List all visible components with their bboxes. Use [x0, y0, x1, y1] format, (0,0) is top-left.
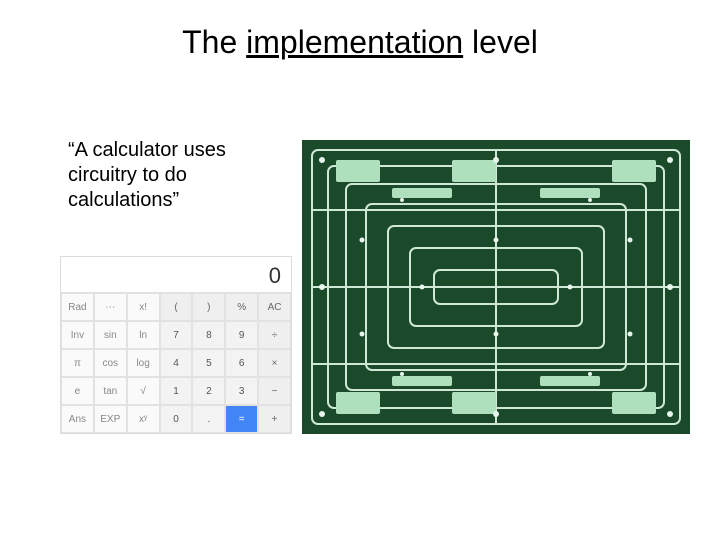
calc-key-log: log — [127, 349, 160, 377]
title-pre: The — [182, 24, 246, 60]
quote-text: “A calculator uses circuitry to do calcu… — [68, 138, 288, 213]
calc-key-EXP: EXP — [94, 405, 127, 433]
calc-key-3: 3 — [225, 377, 258, 405]
calc-key-+: + — [258, 405, 291, 433]
title-underlined: implementation — [246, 24, 463, 60]
calculator-keypad: Rad⋯x!()%AC Invsinln789÷ πcoslog456× etan√1… — [61, 293, 291, 433]
calc-key-xʸ: xʸ — [127, 405, 160, 433]
calc-key-÷: ÷ — [258, 321, 291, 349]
calc-key-−: − — [258, 377, 291, 405]
calc-key-Ans: Ans — [61, 405, 94, 433]
calc-key-tan: tan — [94, 377, 127, 405]
calc-key-%: % — [225, 293, 258, 321]
calc-key-⋯: ⋯ — [94, 293, 127, 321]
calc-key-ln: ln — [127, 321, 160, 349]
calc-key-e: e — [61, 377, 94, 405]
calc-key-cos: cos — [94, 349, 127, 377]
calc-key-2: 2 — [192, 377, 225, 405]
calc-key-Rad: Rad — [61, 293, 94, 321]
calc-key-6: 6 — [225, 349, 258, 377]
calc-key-√: √ — [127, 377, 160, 405]
calc-key-5: 5 — [192, 349, 225, 377]
calc-key-8: 8 — [192, 321, 225, 349]
calc-key-7: 7 — [160, 321, 193, 349]
calc-key-9: 9 — [225, 321, 258, 349]
calc-key-×: × — [258, 349, 291, 377]
calc-key-(: ( — [160, 293, 193, 321]
calculator-display: 0 — [61, 257, 291, 293]
calc-key-=: = — [225, 405, 258, 433]
slide-title: The implementation level — [0, 24, 720, 61]
calc-key-sin: sin — [94, 321, 127, 349]
calc-key-π: π — [61, 349, 94, 377]
calc-key-.: . — [192, 405, 225, 433]
calc-key-0: 0 — [160, 405, 193, 433]
calc-key-1: 1 — [160, 377, 193, 405]
calc-key-4: 4 — [160, 349, 193, 377]
calc-key-AC: AC — [258, 293, 291, 321]
calc-key-x!: x! — [127, 293, 160, 321]
title-post: level — [463, 24, 538, 60]
calculator-image: 0 Rad⋯x!()%AC Invsinln789÷ πcoslog456× etan… — [60, 256, 292, 434]
calc-key-Inv: Inv — [61, 321, 94, 349]
calc-key-): ) — [192, 293, 225, 321]
circuit-board-image — [302, 140, 690, 434]
